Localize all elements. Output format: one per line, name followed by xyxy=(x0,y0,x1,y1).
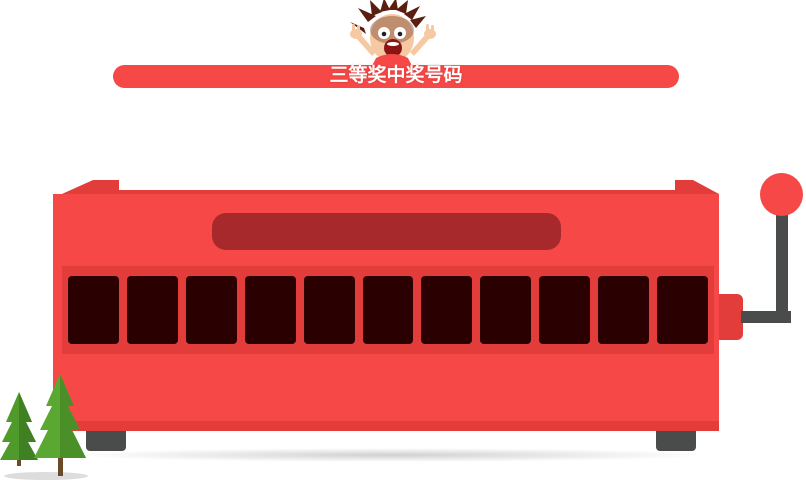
reel-6 xyxy=(362,276,414,344)
prize-title: 三等奖中奖号码 xyxy=(329,64,463,86)
reel-8 xyxy=(480,276,532,344)
pine-trees-icon xyxy=(0,374,88,480)
reel-10 xyxy=(598,276,650,344)
lever-knob-icon[interactable] xyxy=(760,173,803,216)
slot-machine-stage: 三等奖中奖号码 xyxy=(0,0,806,480)
reel-1 xyxy=(68,276,119,344)
screaming-face-icon xyxy=(350,0,436,66)
reel-3 xyxy=(185,276,237,344)
prize-display-slot xyxy=(212,213,561,250)
reel-7 xyxy=(421,276,473,344)
reel-2 xyxy=(126,276,178,344)
machine-foot-right xyxy=(656,431,696,451)
reel-9 xyxy=(539,276,591,344)
lever-mount xyxy=(719,294,743,340)
machine-base-shade xyxy=(53,421,719,431)
lever-arm-vertical[interactable] xyxy=(776,206,788,323)
number-reels xyxy=(68,276,708,344)
reel-11 xyxy=(657,276,708,344)
reel-5 xyxy=(303,276,355,344)
floor-shadow xyxy=(70,448,710,462)
reel-4 xyxy=(244,276,296,344)
